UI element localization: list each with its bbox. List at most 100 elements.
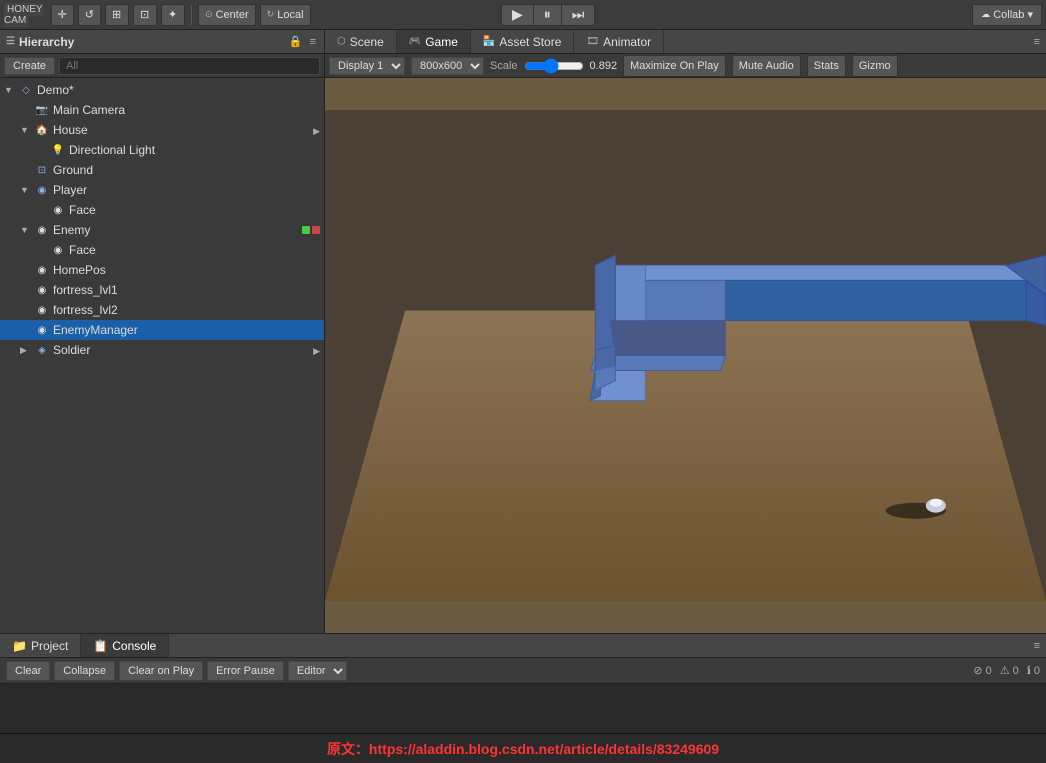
face-player-icon: ◉ <box>50 202 66 218</box>
mute-audio-btn[interactable]: Mute Audio <box>732 55 801 77</box>
hierarchy-panel: ☰ Hierarchy 🔒 ≡ Create ◇ Demo* 📷 Main Ca… <box>0 30 325 633</box>
hierarchy-icon: ☰ <box>6 36 15 47</box>
bottom-options-btn[interactable]: ≡ <box>1028 634 1046 657</box>
scale-tool-btn[interactable]: ⊞ <box>105 4 129 26</box>
pivot-local-btn[interactable]: ↻ Local <box>260 4 311 26</box>
tree-item-enemy[interactable]: ◉ Enemy <box>0 220 324 240</box>
house-right <box>313 123 320 137</box>
resolution-select[interactable]: 800x600 <box>411 57 484 75</box>
enemy-arrow <box>20 225 34 235</box>
tree-item-soldier[interactable]: ◈ Soldier ▶ <box>0 340 324 360</box>
fortress1-icon: ◉ <box>34 282 50 298</box>
create-btn[interactable]: Create <box>4 57 55 75</box>
separator-1 <box>191 5 192 25</box>
info-count: 0 <box>1034 665 1040 677</box>
soldier-right: ▶ <box>313 343 320 357</box>
tab-game[interactable]: 🎮 Game <box>397 30 471 53</box>
main-toolbar: HONEYCAM ✛ ↺ ⊞ ⊡ ✦ ⊙ Center ↻ Local ▶ ⏸ … <box>0 0 1046 30</box>
pause-btn[interactable]: ⏸ <box>534 4 561 26</box>
house-icon: 🏠 <box>34 122 50 138</box>
badge-red <box>312 226 320 234</box>
hierarchy-lock-btn[interactable]: 🔒 <box>287 35 305 48</box>
error-pause-btn[interactable]: Error Pause <box>207 661 284 681</box>
rotate-tool-btn[interactable]: ↺ <box>78 4 101 26</box>
view-area: ⬡ Scene 🎮 Game 🏪 Asset Store 🎞 Animator … <box>325 30 1046 633</box>
console-content <box>0 684 1046 733</box>
console-tab-label: Console <box>112 639 156 653</box>
view-options-btn[interactable]: ≡ <box>1028 30 1046 53</box>
pivot-center-btn[interactable]: ⊙ Center <box>198 4 256 26</box>
play-btn[interactable]: ▶ <box>501 4 534 26</box>
hierarchy-search[interactable] <box>59 57 320 75</box>
display-select[interactable]: Display 1 <box>329 57 405 75</box>
move-tool-btn[interactable]: ✛ <box>51 4 74 26</box>
tab-scene[interactable]: ⬡ Scene <box>325 30 397 53</box>
house-expand-icon <box>313 123 320 137</box>
tab-asset-store[interactable]: 🏪 Asset Store <box>471 30 574 53</box>
play-controls: ▶ ⏸ ⏭ <box>501 4 595 26</box>
tree-item-demo[interactable]: ◇ Demo* <box>0 80 324 100</box>
enemy-label: Enemy <box>53 223 90 237</box>
rect-tool-btn[interactable]: ⊡ <box>133 4 157 26</box>
editor-select[interactable]: Editor <box>288 661 347 681</box>
maximize-on-play-btn[interactable]: Maximize On Play <box>623 55 726 77</box>
tree-item-fortress1[interactable]: ◉ fortress_lvl1 <box>0 280 324 300</box>
view-tabs: ⬡ Scene 🎮 Game 🏪 Asset Store 🎞 Animator … <box>325 30 1046 54</box>
scale-label: Scale <box>490 60 518 72</box>
tree-item-fortress2[interactable]: ◉ fortress_lvl2 <box>0 300 324 320</box>
error-icon: ⊘ <box>973 664 982 677</box>
game-tab-icon: 🎮 <box>409 36 421 47</box>
bottom-area: 📁 Project 📋 Console ≡ Clear Collapse Cle… <box>0 633 1046 733</box>
camera-icon: 📷 <box>34 102 50 118</box>
scene-svg <box>325 78 1046 633</box>
tree-item-main-camera[interactable]: 📷 Main Camera <box>0 100 324 120</box>
collab-btn[interactable]: ☁ Collab ▾ <box>972 4 1042 26</box>
tab-project[interactable]: 📁 Project <box>0 634 81 657</box>
tree-item-face-enemy[interactable]: ◉ Face <box>0 240 324 260</box>
house-arrow <box>20 125 34 135</box>
hierarchy-menu-btn[interactable]: ≡ <box>308 35 318 48</box>
scene-tab-label: Scene <box>350 35 384 49</box>
hierarchy-header: ☰ Hierarchy 🔒 ≡ <box>0 30 324 54</box>
clear-on-play-btn[interactable]: Clear on Play <box>119 661 203 681</box>
warning-badge: ⚠ 0 <box>1000 664 1019 677</box>
animator-tab-label: Animator <box>603 35 651 49</box>
game-viewport <box>325 78 1046 633</box>
scale-value: 0.892 <box>590 60 618 72</box>
em-icon: ◉ <box>34 322 50 338</box>
demo-icon: ◇ <box>18 82 34 98</box>
tree-item-homepos[interactable]: ◉ HomePos <box>0 260 324 280</box>
tree-item-directional-light[interactable]: 💡 Directional Light <box>0 140 324 160</box>
collapse-btn[interactable]: Collapse <box>54 661 115 681</box>
tab-animator[interactable]: 🎞 Animator <box>574 30 664 53</box>
light-icon: 💡 <box>50 142 66 158</box>
warning-count: 0 <box>1013 665 1019 677</box>
main-camera-label: Main Camera <box>53 103 125 117</box>
demo-label: Demo* <box>37 83 74 97</box>
console-tab-icon: 📋 <box>93 639 108 653</box>
tree-item-face-player[interactable]: ◉ Face <box>0 200 324 220</box>
info-badge: ℹ 0 <box>1027 664 1040 677</box>
hierarchy-toolbar: Create <box>0 54 324 78</box>
tree-item-player[interactable]: ◉ Player <box>0 180 324 200</box>
enemy-icon: ◉ <box>34 222 50 238</box>
clear-btn[interactable]: Clear <box>6 661 50 681</box>
gizmo-btn[interactable]: Gizmo <box>852 55 898 77</box>
face-player-label: Face <box>69 203 96 217</box>
tree-item-ground[interactable]: ⊡ Ground <box>0 160 324 180</box>
scale-slider[interactable] <box>524 58 584 74</box>
console-toolbar: Clear Collapse Clear on Play Error Pause… <box>0 658 1046 684</box>
project-tab-label: Project <box>31 639 68 653</box>
step-btn[interactable]: ⏭ <box>561 4 596 26</box>
face-enemy-label: Face <box>69 243 96 257</box>
watermark-link[interactable]: 原文：https://aladdin.blog.csdn.net/article… <box>327 739 719 759</box>
badge-green <box>302 226 310 234</box>
tree-item-house[interactable]: 🏠 House <box>0 120 324 140</box>
tree-item-enemymanager[interactable]: ◉ EnemyManager <box>0 320 324 340</box>
transform-tool-btn[interactable]: ✦ <box>161 4 185 26</box>
face-enemy-icon: ◉ <box>50 242 66 258</box>
fortress2-label: fortress_lvl2 <box>53 303 118 317</box>
demo-arrow <box>4 85 18 95</box>
stats-btn[interactable]: Stats <box>807 55 846 77</box>
tab-console[interactable]: 📋 Console <box>81 634 169 657</box>
